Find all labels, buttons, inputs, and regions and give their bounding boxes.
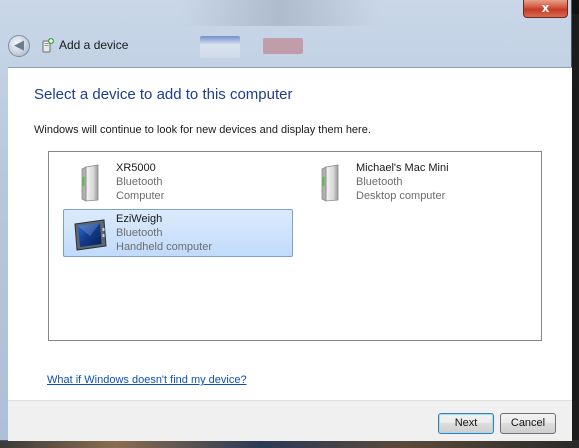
title-bar[interactable]: x: [0, 0, 572, 30]
wizard-footer: Next Cancel: [8, 400, 572, 441]
device-name: Michael's Mac Mini: [356, 162, 449, 174]
device-connection: Bluetooth: [116, 176, 163, 188]
computer-tower-icon: [81, 164, 99, 202]
page-heading: Select a device to add to this computer: [34, 86, 293, 103]
wizard-header: ◀ Add a device: [8, 34, 548, 58]
taskbar-strip: [0, 440, 579, 448]
device-item[interactable]: Michael's Mac Mini Bluetooth Desktop com…: [303, 158, 533, 206]
device-connection: Bluetooth: [356, 176, 403, 188]
device-item-selected[interactable]: EziWeigh Bluetooth Handheld computer: [63, 209, 293, 257]
computer-tower-icon: [321, 164, 339, 202]
background-window-glimpse-2: [263, 38, 303, 54]
device-category: Handheld computer: [116, 241, 213, 253]
next-button[interactable]: Next: [438, 413, 494, 434]
device-category: Desktop computer: [356, 190, 446, 202]
window-title: Add a device: [59, 38, 129, 52]
device-item[interactable]: XR5000 Bluetooth Computer: [63, 158, 293, 206]
close-button[interactable]: x: [523, 0, 568, 18]
device-list[interactable]: XR5000 Bluetooth Computer Michael's Mac: [48, 151, 542, 341]
help-link[interactable]: What if Windows doesn't find my device?: [47, 374, 247, 386]
device-connection: Bluetooth: [116, 227, 163, 239]
device-name: EziWeigh: [116, 213, 163, 225]
back-button[interactable]: ◀: [8, 35, 30, 57]
cancel-button[interactable]: Cancel: [500, 413, 556, 434]
title-bar-glass: [180, 0, 380, 26]
handheld-computer-icon: [74, 219, 107, 251]
device-category: Computer: [116, 190, 165, 202]
page-description: Windows will continue to look for new de…: [34, 124, 371, 136]
desktop-background-right: [572, 0, 579, 448]
background-window-glimpse: [200, 36, 240, 58]
add-device-icon: [42, 38, 54, 53]
add-device-window: x ◀ Add a device Select a device to add …: [0, 0, 572, 441]
wizard-content: Select a device to add to this computer …: [8, 67, 572, 401]
device-name: XR5000: [116, 162, 156, 174]
